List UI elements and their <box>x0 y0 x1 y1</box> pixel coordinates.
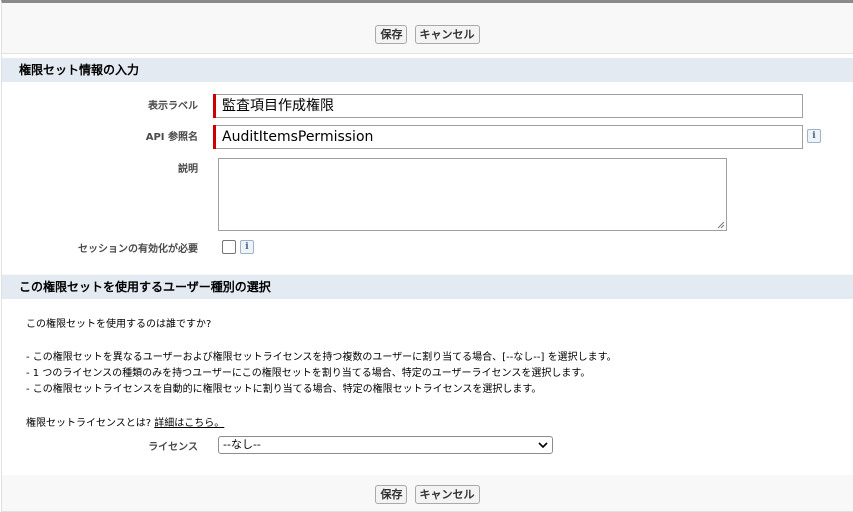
display-label-label: 表示ラベル <box>148 101 198 112</box>
session-required-checkbox[interactable] <box>222 240 236 254</box>
question-text: この権限セットを使用するのは誰ですか? <box>26 319 212 330</box>
description-textarea[interactable] <box>218 158 727 231</box>
api-name-input[interactable]: AuditItemsPermission <box>216 125 803 149</box>
license-question-text: 権限セットライセンスとは? <box>26 418 152 429</box>
info-icon[interactable]: i <box>807 129 821 143</box>
license-select-value: --なし-- <box>223 438 261 451</box>
bullet-text: - この権限セットライセンスを自動的に権限セットに割り当てる場合、特定の権限セッ… <box>26 384 542 395</box>
cancel-button[interactable]: キャンセル <box>414 25 480 44</box>
section1-header: 権限セット情報の入力 <box>2 58 853 82</box>
chevron-down-icon <box>538 442 548 449</box>
top-button-row: 保存 キャンセル <box>2 23 853 44</box>
info-icon[interactable]: i <box>240 240 254 254</box>
display-label-input[interactable]: 監査項目作成権限 <box>216 94 803 118</box>
license-label: ライセンス <box>148 442 198 453</box>
api-name-label: API 参照名 <box>145 132 198 143</box>
license-select[interactable]: --なし-- <box>218 436 553 454</box>
bottom-button-row: 保存 キャンセル <box>2 483 853 504</box>
save-button[interactable]: 保存 <box>375 25 408 44</box>
resize-grip-icon[interactable] <box>717 221 725 229</box>
permission-set-page: 保存 キャンセル 権限セット情報の入力 表示ラベル 監査項目作成権限 API 参… <box>1 0 853 512</box>
save-button[interactable]: 保存 <box>375 485 408 504</box>
license-help-line: 権限セットライセンスとは? 詳細はこちら。 <box>26 414 224 429</box>
bullet-text: - 1 つのライセンスの種類のみを持つユーザーにこの権限セットを割り当てる場合、… <box>26 368 591 379</box>
details-link[interactable]: 詳細はこちら。 <box>154 418 224 429</box>
description-label: 説明 <box>178 164 198 175</box>
cancel-button[interactable]: キャンセル <box>414 485 480 504</box>
session-required-label: セッションの有効化が必要 <box>78 244 198 255</box>
section2-header: この権限セットを使用するユーザー種別の選択 <box>2 275 853 299</box>
bullet-text: - この権限セットを異なるユーザーおよび権限セットライセンスを持つ複数のユーザー… <box>26 352 617 363</box>
